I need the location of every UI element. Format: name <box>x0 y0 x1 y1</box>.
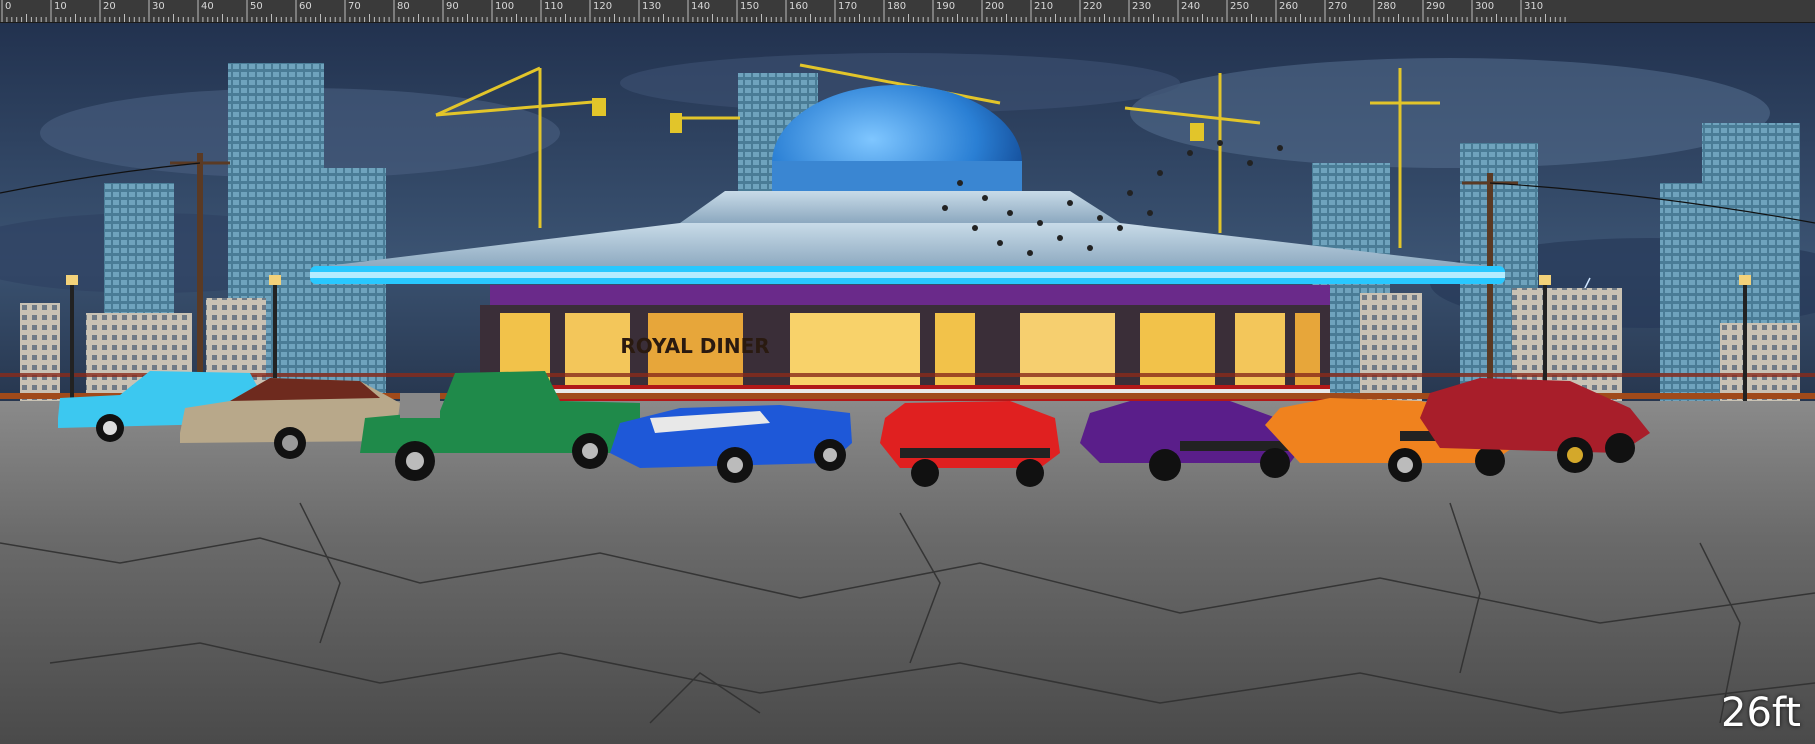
ruler-label: 30 <box>152 1 165 12</box>
ruler-label: 150 <box>740 1 760 12</box>
ruler-label: 0 <box>5 1 12 12</box>
scale-label: 26ft <box>1721 690 1801 736</box>
ruler-label: 10 <box>54 1 67 12</box>
ruler-label: 90 <box>446 1 459 12</box>
ruler-label: 20 <box>103 1 116 12</box>
ruler-label: 260 <box>1279 1 1299 12</box>
ruler-label: 80 <box>397 1 410 12</box>
ruler-label: 230 <box>1132 1 1152 12</box>
ruler-label: 130 <box>642 1 662 12</box>
ruler-label: 250 <box>1230 1 1250 12</box>
ruler-label: 40 <box>201 1 214 12</box>
ruler-label: 70 <box>348 1 361 12</box>
image-canvas[interactable]: ROYAL DINER 26ft <box>0 23 1815 744</box>
ruler-label: 270 <box>1328 1 1348 12</box>
ruler-label: 60 <box>299 1 312 12</box>
ruler-label: 180 <box>887 1 907 12</box>
ruler-label: 100 <box>495 1 515 12</box>
ruler-label: 220 <box>1083 1 1103 12</box>
ruler-label: 140 <box>691 1 711 12</box>
ruler-label: 120 <box>593 1 613 12</box>
ruler-label: 170 <box>838 1 858 12</box>
ruler-label: 160 <box>789 1 809 12</box>
ruler-label: 290 <box>1426 1 1446 12</box>
diner-sign-text: ROYAL DINER <box>620 334 769 358</box>
ruler-label: 110 <box>544 1 564 12</box>
ruler-label: 300 <box>1475 1 1495 12</box>
diner-scene-image: ROYAL DINER <box>0 23 1815 744</box>
ruler-label: 50 <box>250 1 263 12</box>
top-ruler[interactable]: 0 10 20 30 40 50 60 70 80 90 100 110 120 130 140 150 160… <box>0 0 1815 23</box>
ruler-label: 310 <box>1524 1 1544 12</box>
ruler-label: 190 <box>936 1 956 12</box>
ruler-label: 240 <box>1181 1 1201 12</box>
ruler-label: 200 <box>985 1 1005 12</box>
ruler-label: 210 <box>1034 1 1054 12</box>
ruler-label: 280 <box>1377 1 1397 12</box>
